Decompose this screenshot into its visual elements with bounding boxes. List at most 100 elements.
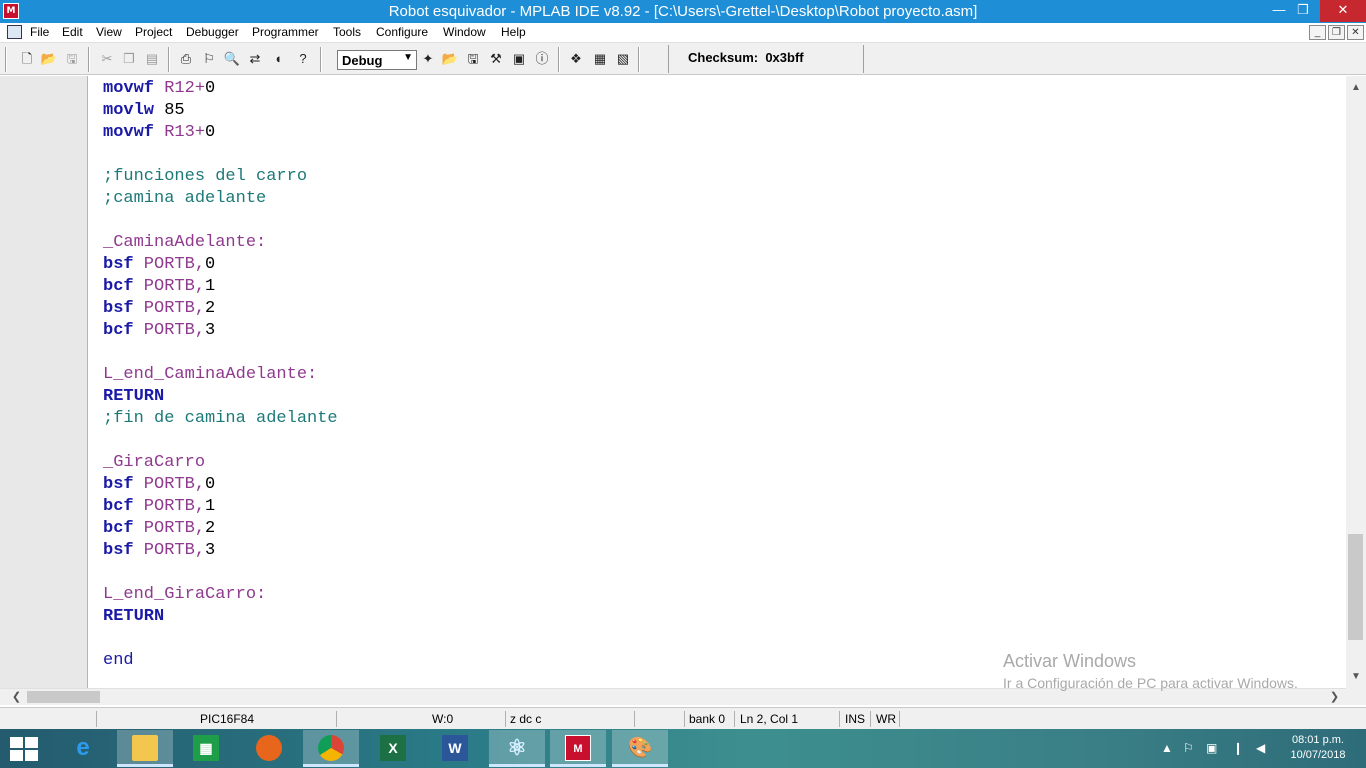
menu-tools[interactable]: Tools [333,25,361,39]
code-line[interactable] [103,210,338,232]
bookmark-icon[interactable]: ◖ [269,50,287,68]
code-token: 0 [205,123,216,142]
code-line[interactable] [103,342,338,364]
memory-window-icon[interactable]: ▧ [614,50,632,68]
taskbar-store-icon[interactable]: ▦ [178,730,234,767]
menu-debugger[interactable]: Debugger [186,25,239,39]
menu-help[interactable]: Help [501,25,526,39]
find-icon[interactable]: ⚐ [200,50,218,68]
paste-icon[interactable]: ▤ [143,50,161,68]
code-line[interactable]: L_end_GiraCarro: [103,584,338,606]
code-line[interactable]: movwf R13+0 [103,122,338,144]
code-line[interactable] [103,562,338,584]
code-line[interactable]: movwf R12+0 [103,78,338,100]
watch-window-icon[interactable]: ▦ [591,50,609,68]
code-line[interactable]: movlw 85 [103,100,338,122]
horizontal-scroll-thumb[interactable] [27,691,100,703]
copy-icon[interactable]: ❐ [120,50,138,68]
code-line[interactable]: end [103,650,338,672]
make-icon[interactable]: ▣ [510,50,528,68]
menu-programmer[interactable]: Programmer [252,25,319,39]
build-config-select[interactable]: Debug ▼ [337,50,417,70]
tray-overflow-icon[interactable]: ▲ [1161,741,1173,755]
windows-start-icon[interactable] [10,737,38,761]
scroll-down-arrow-icon[interactable]: ▼ [1346,668,1366,685]
status-bank: bank 0 [689,712,726,726]
code-line[interactable]: bsf PORTB,0 [103,254,338,276]
find-in-files-icon[interactable]: 🔍 [223,50,241,68]
code-token: movwf [103,123,155,142]
document-icon[interactable] [7,25,22,39]
menu-project[interactable]: Project [135,25,172,39]
code-token: 85 [154,101,185,120]
volume-icon[interactable]: ◀ [1256,741,1265,755]
code-line[interactable]: bcf PORTB,2 [103,518,338,540]
save-icon[interactable]: 🖫 [63,50,81,68]
close-button[interactable]: ✕ [1320,0,1366,22]
taskbar-excel-icon[interactable]: X [365,730,421,767]
code-line[interactable]: RETURN [103,386,338,408]
taskbar-mplab-icon[interactable]: M [550,730,606,767]
code-line[interactable] [103,144,338,166]
code-line[interactable]: ;funciones del carro [103,166,338,188]
info-icon[interactable]: ⓘ [533,50,551,68]
code-line[interactable]: bcf PORTB,1 [103,276,338,298]
new-project-icon[interactable]: ✦ [419,50,437,68]
taskbar-internet-explorer-icon[interactable]: e [55,730,111,767]
code-line[interactable]: bsf PORTB,0 [103,474,338,496]
editor-gutter [0,76,88,688]
layers-icon[interactable]: ❖ [567,50,585,68]
open-project-icon[interactable]: 📂 [441,50,459,68]
mdi-close-button[interactable]: ✕ [1347,25,1364,40]
taskbar-word-icon[interactable]: W [427,730,483,767]
open-folder-icon[interactable]: 📂 [40,50,58,68]
build-icon[interactable]: ⚒ [487,50,505,68]
code-line[interactable]: RETURN [103,606,338,628]
code-line[interactable] [103,628,338,650]
code-line[interactable]: L_end_CaminaAdelante: [103,364,338,386]
system-clock[interactable]: 08:01 p.m. 10/07/2018 [1283,733,1353,763]
menu-window[interactable]: Window [443,25,486,39]
code-line[interactable]: _CaminaAdelante: [103,232,338,254]
mdi-restore-button[interactable]: ❐ [1328,25,1345,40]
cut-icon[interactable]: ✂ [98,50,116,68]
taskbar-atom-icon[interactable]: ⚛ [489,730,545,767]
vertical-scroll-thumb[interactable] [1348,534,1363,640]
code-token: L_end_GiraCarro: [103,585,267,604]
new-file-icon[interactable]: 🗋 [18,50,36,68]
code-token: movwf [103,79,155,98]
menu-configure[interactable]: Configure [376,25,428,39]
help-icon[interactable]: ? [294,50,312,68]
replace-icon[interactable]: ⇄ [246,50,264,68]
tablet-mode-icon[interactable]: ▣ [1206,741,1217,755]
scroll-left-arrow-icon[interactable]: ❮ [8,689,25,706]
print-icon[interactable]: ⎙ [177,50,195,68]
taskbar-file-explorer-icon[interactable] [117,730,173,767]
vertical-scrollbar[interactable]: ▲ ▼ [1346,76,1366,688]
network-signal-icon[interactable]: ❙ [1233,741,1243,755]
scroll-right-arrow-icon[interactable]: ❯ [1326,689,1343,706]
status-separator [336,711,337,727]
mdi-minimize-button[interactable]: _ [1309,25,1326,40]
clock-date: 10/07/2018 [1290,749,1346,761]
menu-file[interactable]: File [30,25,49,39]
taskbar-chrome-icon[interactable] [303,730,359,767]
action-center-flag-icon[interactable]: ⚐ [1183,741,1194,755]
code-line[interactable]: bcf PORTB,3 [103,320,338,342]
code-line[interactable]: ;fin de camina adelante [103,408,338,430]
scroll-up-arrow-icon[interactable]: ▲ [1346,79,1366,96]
code-line[interactable]: bsf PORTB,2 [103,298,338,320]
code-line[interactable]: bcf PORTB,1 [103,496,338,518]
code-line[interactable]: bsf PORTB,3 [103,540,338,562]
code-line[interactable]: ;camina adelante [103,188,338,210]
code-line[interactable]: _GiraCarro [103,452,338,474]
status-separator [899,711,900,727]
taskbar-paint-icon[interactable]: 🎨 [612,730,668,767]
menu-view[interactable]: View [96,25,122,39]
taskbar-firefox-icon[interactable] [241,730,297,767]
code-area[interactable]: movwf R12+0 movlw 85 movwf R13+0 ;funcione… [103,78,338,672]
code-token: PORTB, [133,497,206,516]
code-line[interactable] [103,430,338,452]
menu-edit[interactable]: Edit [62,25,83,39]
save-project-icon[interactable]: 🖫 [464,50,482,68]
